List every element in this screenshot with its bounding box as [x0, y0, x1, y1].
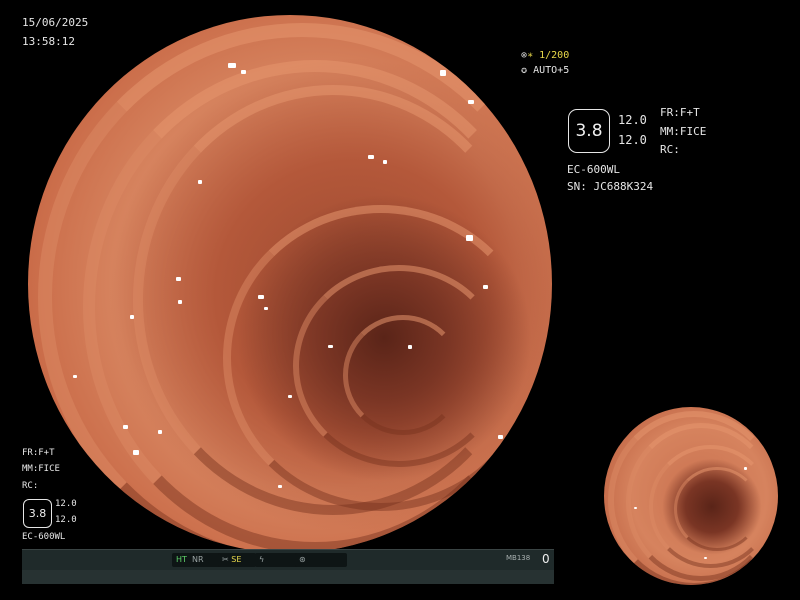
- lightning-icon: ϟ: [259, 555, 265, 564]
- settings-icon: ✪: [521, 65, 528, 76]
- scope-model: EC-600WL: [567, 163, 620, 176]
- status-code: MB138: [506, 554, 531, 562]
- frame-mode: FR:F+T: [660, 106, 700, 119]
- status-bar: HT NR ✂ SE ϟ ⊛ MB138 0: [22, 549, 554, 570]
- time-text: 13:58:12: [22, 35, 75, 48]
- bl-value-top: 12.0: [55, 499, 77, 509]
- date-text: 15/06/2025: [22, 16, 89, 29]
- record-icon: ⊛: [299, 555, 306, 564]
- zoom-badge: 3.8: [568, 109, 610, 153]
- status-ht-nr: HT NR: [172, 553, 222, 567]
- scope-serial: SN: JC688K324: [567, 180, 654, 193]
- value-top: 12.0: [618, 113, 647, 127]
- endoscope-main-view: [28, 15, 552, 553]
- rc-mode: RC:: [660, 143, 680, 156]
- bl-rc-mode: RC:: [22, 481, 39, 491]
- status-counter: 0: [542, 552, 550, 566]
- status-se: ✂ SE: [218, 553, 256, 567]
- bl-scope-model: EC-600WL: [22, 532, 66, 542]
- status-record: ⊛: [295, 553, 347, 567]
- bl-zoom-badge: 3.8: [23, 499, 52, 528]
- scissors-icon: ✂: [222, 555, 229, 564]
- auto-indicator: ✪ AUTO+5: [521, 65, 570, 76]
- mm-mode: MM:FICE: [660, 125, 707, 138]
- status-flash: ϟ: [255, 553, 299, 567]
- bl-frame-mode: FR:F+T: [22, 448, 55, 458]
- bl-value-bottom: 12.0: [55, 515, 77, 525]
- status-bar-lower: [22, 570, 554, 584]
- value-bottom: 12.0: [618, 133, 647, 147]
- endoscope-thumbnail-view[interactable]: [604, 407, 778, 585]
- bl-mm-mode: MM:FICE: [22, 464, 60, 474]
